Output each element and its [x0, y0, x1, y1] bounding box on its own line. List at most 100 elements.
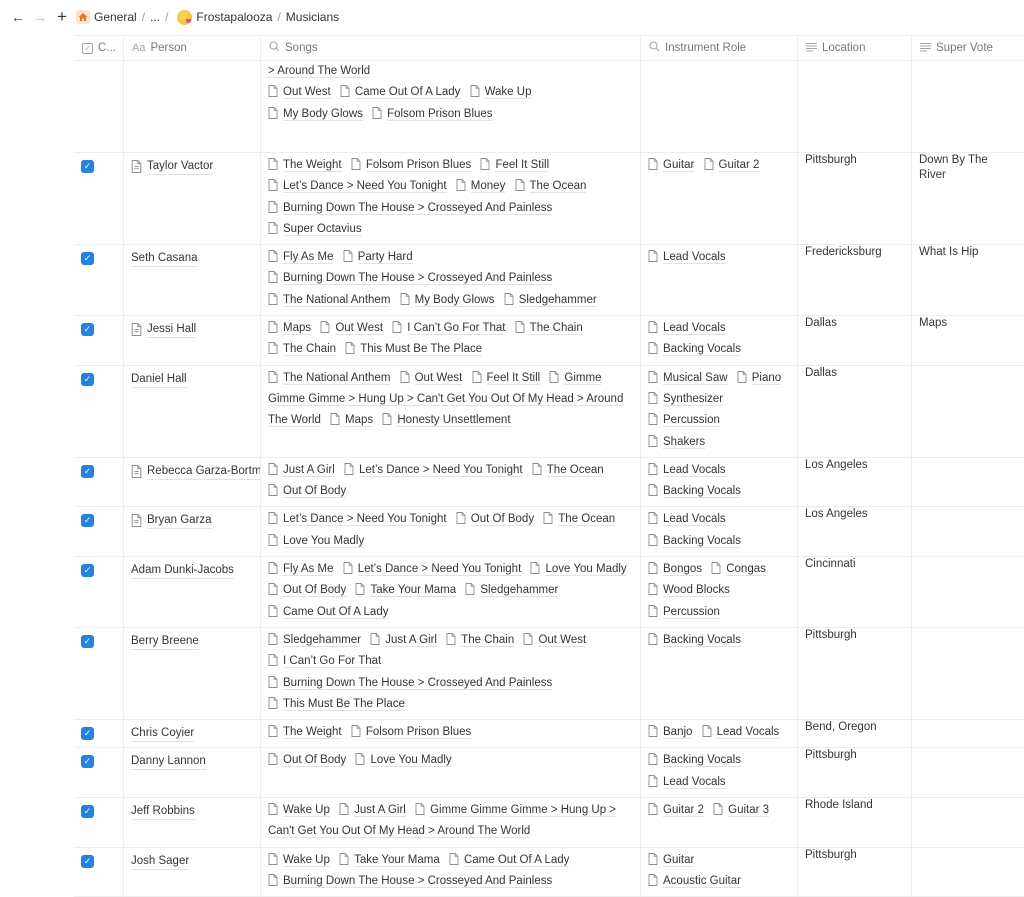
- song-tag[interactable]: Sledgehammer: [268, 632, 361, 647]
- instrument-role-cell[interactable]: Guitar 2 Guitar 3: [641, 798, 798, 847]
- column-header-checkbox[interactable]: ✓ C...: [74, 36, 124, 60]
- back-button[interactable]: ←: [10, 9, 26, 25]
- role-tag[interactable]: Guitar 2: [648, 803, 704, 818]
- song-tag-label[interactable]: Party Hard: [357, 251, 413, 265]
- song-tag[interactable]: Love You Madly: [530, 562, 627, 577]
- super-vote-cell[interactable]: [912, 557, 1024, 627]
- person-cell[interactable]: Danny Lannon: [124, 748, 261, 798]
- songs-cell[interactable]: Sledgehammer Just A Girl The Chain Out W…: [261, 627, 641, 720]
- song-tag[interactable]: The Chain: [268, 342, 337, 357]
- song-tag-label[interactable]: The Ocean: [529, 180, 587, 194]
- song-tag-label[interactable]: The Weight: [283, 726, 342, 740]
- checkbox-cell[interactable]: ✓: [74, 557, 124, 627]
- checkbox-cell[interactable]: ✓: [74, 365, 124, 457]
- checkbox-cell[interactable]: [74, 61, 124, 152]
- person-cell[interactable]: Rebecca Garza-Bortman: [124, 457, 261, 507]
- song-tag-label[interactable]: Folsom Prison Blues: [387, 107, 493, 121]
- song-tag[interactable]: Out West: [320, 321, 384, 336]
- song-tag-label[interactable]: This Must Be The Place: [360, 343, 483, 357]
- role-tag[interactable]: Backing Vocals: [648, 632, 741, 647]
- song-tag-label[interactable]: This Must Be The Place: [283, 697, 405, 711]
- column-header-location[interactable]: Location: [798, 36, 912, 60]
- instrument-role-cell[interactable]: Lead Vocals Backing Vocals: [641, 316, 798, 365]
- location-cell[interactable]: Los Angeles: [798, 507, 912, 557]
- role-tag[interactable]: Acoustic Guitar: [648, 873, 741, 888]
- songs-cell[interactable]: The Weight Folsom Prison Blues: [261, 720, 641, 748]
- role-tag[interactable]: Lead Vocals: [648, 321, 726, 336]
- column-header-instrument-role[interactable]: Instrument Role: [641, 36, 798, 60]
- super-vote-cell[interactable]: What Is Hip: [912, 245, 1024, 315]
- song-tag-label[interactable]: Super Octavius: [283, 222, 362, 236]
- super-vote-cell[interactable]: [912, 458, 1024, 507]
- song-tag-label[interactable]: Honesty Unsettlement: [397, 414, 511, 428]
- role-tag[interactable]: Lead Vocals: [648, 250, 726, 265]
- song-tag-label[interactable]: Fly As Me: [283, 251, 334, 265]
- song-tag[interactable]: Out Of Body: [268, 484, 347, 499]
- song-tag[interactable]: Feel It Still: [472, 370, 541, 385]
- song-tag-label[interactable]: Wake Up: [283, 853, 330, 867]
- role-tag-label[interactable]: Musical Saw: [663, 371, 728, 385]
- song-tag[interactable]: Out Of Body: [268, 753, 347, 768]
- role-tag-label[interactable]: Lead Vocals: [663, 463, 726, 477]
- checkbox-cell[interactable]: ✓: [74, 720, 124, 748]
- person-cell[interactable]: [124, 61, 261, 152]
- song-tag[interactable]: Burning Down The House > Crosseyed And P…: [268, 873, 553, 888]
- person-name[interactable]: Chris Coyier: [131, 726, 195, 743]
- song-tag[interactable]: Party Hard: [343, 250, 413, 265]
- role-tag-label[interactable]: Guitar 2: [718, 159, 760, 172]
- song-tag-label[interactable]: Let’s Dance > Need You Tonight: [358, 463, 523, 477]
- song-tag-label[interactable]: Let’s Dance > Need You Tonight: [357, 563, 522, 577]
- role-tag[interactable]: Musical Saw: [648, 370, 728, 385]
- instrument-role-cell[interactable]: Backing Vocals Lead Vocals: [641, 748, 798, 798]
- person-cell[interactable]: Josh Sager: [124, 847, 261, 897]
- song-tag-label[interactable]: Out Of Body: [283, 584, 347, 598]
- song-tag[interactable]: Wake Up: [470, 85, 532, 100]
- song-tag-label[interactable]: My Body Glows: [414, 293, 495, 307]
- instrument-role-cell[interactable]: Lead Vocals Backing Vocals: [641, 457, 798, 507]
- song-tag[interactable]: Just A Girl: [339, 803, 406, 818]
- song-tag[interactable]: Let’s Dance > Need You Tonight: [343, 562, 522, 577]
- song-tag[interactable]: Out West: [268, 85, 331, 100]
- song-tag-label[interactable]: Burning Down The House > Crosseyed And P…: [283, 272, 553, 286]
- song-tag[interactable]: The Ocean: [532, 462, 604, 477]
- person-name[interactable]: Danny Lannon: [131, 754, 206, 771]
- song-tag-label[interactable]: Maps: [283, 322, 312, 336]
- role-tag-label[interactable]: Backing Vocals: [663, 343, 741, 357]
- song-tag-label[interactable]: Out West: [283, 86, 331, 100]
- breadcrumb-frostapalooza[interactable]: Frostapalooza: [196, 10, 272, 24]
- done-checkbox[interactable]: ✓: [81, 160, 94, 173]
- song-tag[interactable]: Sledgehammer: [504, 292, 597, 307]
- song-tag[interactable]: Burning Down The House > Crosseyed And P…: [268, 675, 553, 690]
- song-tag[interactable]: Honesty Unsettlement: [382, 413, 511, 428]
- role-tag[interactable]: Lead Vocals: [648, 512, 726, 527]
- song-tag[interactable]: The Weight: [268, 158, 342, 172]
- song-tag-label[interactable]: The Chain: [461, 633, 515, 647]
- instrument-role-cell[interactable]: Banjo Lead Vocals: [641, 720, 798, 748]
- song-tag-label[interactable]: Love You Madly: [283, 534, 365, 548]
- role-tag-label[interactable]: Lead Vocals: [663, 513, 726, 527]
- role-tag-label[interactable]: Piano: [751, 371, 782, 385]
- song-tag-label[interactable]: I Can’t Go For That: [407, 322, 506, 336]
- song-tag-label[interactable]: Maps: [345, 414, 374, 428]
- song-tag[interactable]: Love You Madly: [268, 533, 365, 548]
- role-tag-label[interactable]: Lead Vocals: [663, 322, 726, 336]
- person-name[interactable]: Daniel Hall: [131, 372, 187, 388]
- done-checkbox[interactable]: ✓: [81, 634, 94, 648]
- songs-cell[interactable]: Fly As Me Let’s Dance > Need You Tonight…: [261, 557, 641, 627]
- song-tag[interactable]: Folsom Prison Blues: [351, 158, 472, 172]
- song-tag[interactable]: Money: [456, 179, 506, 194]
- location-cell[interactable]: Fredericksburg: [798, 245, 912, 316]
- song-tag[interactable]: Take Your Mama: [355, 583, 457, 598]
- song-tag-label[interactable]: Sledgehammer: [518, 293, 597, 307]
- location-cell[interactable]: Pittsburgh: [798, 847, 912, 897]
- song-tag[interactable]: Folsom Prison Blues: [372, 106, 493, 121]
- songs-cell[interactable]: Wake Up Take Your Mama Came Out Of A Lad…: [261, 847, 641, 897]
- instrument-role-cell[interactable]: Musical Saw Piano Synthesizer Percussion…: [641, 365, 798, 457]
- songs-cell[interactable]: Wake Up Just A Girl Gimme Gimme Gimme > …: [261, 798, 641, 847]
- song-tag[interactable]: The Chain: [446, 632, 515, 647]
- checkbox-cell[interactable]: ✓: [74, 457, 124, 507]
- super-vote-cell[interactable]: [912, 61, 1024, 152]
- song-tag[interactable]: The National Anthem: [268, 370, 391, 385]
- song-tag[interactable]: Out Of Body: [456, 512, 535, 527]
- song-tag[interactable]: The Ocean: [543, 512, 616, 527]
